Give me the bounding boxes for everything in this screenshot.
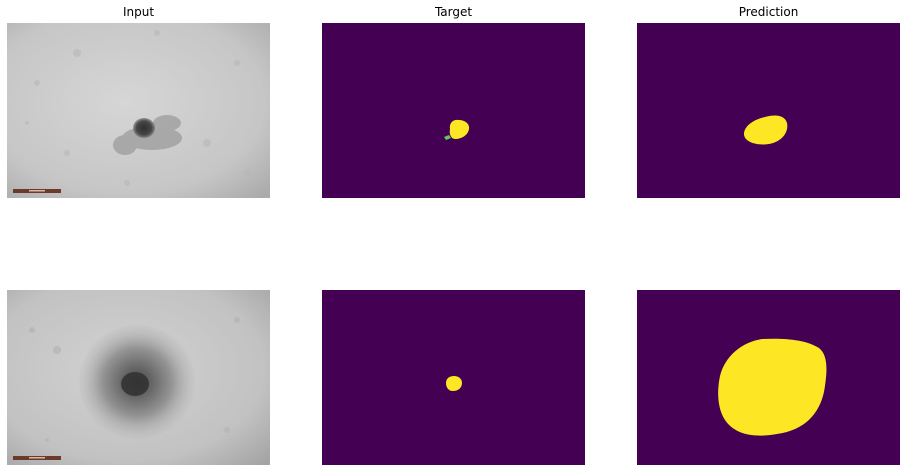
row2-target-mask — [322, 290, 585, 465]
column-title-target: Target — [434, 5, 473, 19]
column-title-prediction: Prediction — [738, 5, 799, 19]
cell-colony-core — [121, 372, 149, 396]
row2-input-image — [7, 290, 270, 465]
row2-prediction-mask — [637, 290, 900, 465]
scale-bar-text — [29, 190, 45, 192]
microscope-background — [7, 23, 270, 198]
mask-background — [637, 23, 900, 198]
row1-input-image — [7, 23, 270, 198]
cell-spheroid — [133, 118, 155, 138]
scale-bar-text — [29, 457, 45, 459]
mask-background — [322, 23, 585, 198]
row1-target-mask — [322, 23, 585, 198]
row1-prediction-mask — [637, 23, 900, 198]
column-title-input: Input — [122, 5, 155, 19]
